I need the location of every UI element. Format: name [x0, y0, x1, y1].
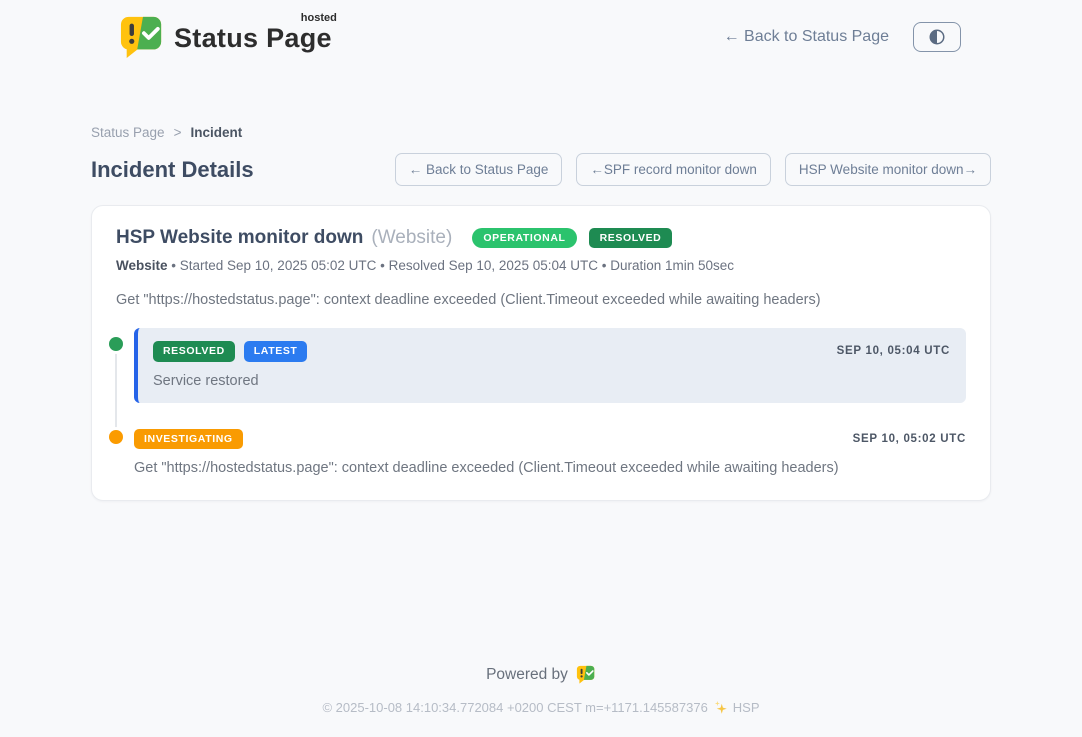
incident-description: Get "https://hostedstatus.page": context…: [116, 292, 966, 308]
operational-status-badge: OPERATIONAL: [472, 228, 576, 249]
timeline-entry-box: RESOLVED LATEST SEP 10, 05:04 UTC Servic…: [134, 328, 966, 403]
sparkle-icon: [713, 700, 728, 715]
resolved-badge: RESOLVED: [153, 341, 235, 362]
logo-text: Status Page: [174, 23, 332, 53]
back-to-status-page-button[interactable]: ← Back to Status Page: [395, 153, 563, 186]
investigating-badge: INVESTIGATING: [134, 429, 243, 450]
timeline-dot-resolved: [109, 337, 123, 351]
timeline-entry-head: INVESTIGATING SEP 10, 05:02 UTC: [134, 429, 966, 450]
incident-nav-buttons: ← Back to Status Page ←SPF record monito…: [395, 153, 991, 186]
powered-by-text: Powered by: [486, 666, 568, 684]
incident-timeline: RESOLVED LATEST SEP 10, 05:04 UTC Servic…: [116, 328, 966, 476]
incident-meta-component: Website: [116, 258, 168, 273]
incident-title: HSP Website monitor down (Website): [116, 227, 452, 249]
contrast-icon: [928, 28, 946, 46]
logo-superscript: hosted: [301, 12, 337, 24]
main-content: Status Page > Incident Incident Details …: [91, 59, 991, 501]
copyright-text: © 2025-10-08 14:10:34.772084 +0200 CEST …: [322, 700, 707, 715]
breadcrumb-incident: Incident: [190, 125, 242, 140]
breadcrumb: Status Page > Incident: [91, 125, 991, 140]
timeline-dot-investigating: [109, 430, 123, 444]
brand-text: HSP: [733, 700, 760, 715]
mini-logo-icon: [576, 665, 596, 684]
site-header: Status Page hosted ← Back to Status Page: [0, 0, 1082, 59]
incident-card-header: HSP Website monitor down (Website) OPERA…: [116, 227, 966, 249]
breadcrumb-status-page[interactable]: Status Page: [91, 125, 165, 140]
title-row: Incident Details ← Back to Status Page ←…: [91, 153, 991, 186]
incident-component: (Website): [371, 227, 452, 249]
timeline-entry-head: RESOLVED LATEST SEP 10, 05:04 UTC: [153, 341, 950, 362]
incident-title-text: HSP Website monitor down: [116, 227, 363, 249]
timeline-timestamp: SEP 10, 05:02 UTC: [853, 433, 966, 445]
status-page-logo-icon: [119, 15, 165, 59]
site-footer: Powered by © 2025-10-08 14:10:34.772084 …: [0, 665, 1082, 737]
prev-incident-button[interactable]: ←SPF record monitor down: [576, 153, 771, 186]
copyright: © 2025-10-08 14:10:34.772084 +0200 CEST …: [0, 700, 1082, 715]
back-to-status-page-link[interactable]: ← Back to Status Page: [724, 28, 889, 46]
incident-meta-details: • Started Sep 10, 2025 05:02 UTC • Resol…: [168, 258, 735, 273]
resolved-state-badge: RESOLVED: [589, 228, 673, 249]
theme-toggle-button[interactable]: [913, 22, 961, 52]
timeline-message: Get "https://hostedstatus.page": context…: [134, 460, 966, 476]
breadcrumb-separator: >: [174, 125, 182, 140]
timeline-badges: RESOLVED LATEST: [153, 341, 307, 362]
timeline-entry-resolved: RESOLVED LATEST SEP 10, 05:04 UTC Servic…: [116, 328, 966, 403]
incident-card: HSP Website monitor down (Website) OPERA…: [91, 205, 991, 501]
incident-meta: Website • Started Sep 10, 2025 05:02 UTC…: [116, 258, 966, 273]
powered-by: Powered by: [0, 665, 1082, 684]
timeline-badges: INVESTIGATING: [134, 429, 243, 450]
logo[interactable]: Status Page hosted: [119, 15, 332, 59]
next-incident-button[interactable]: HSP Website monitor down→: [785, 153, 991, 186]
timeline-entry-investigating: INVESTIGATING SEP 10, 05:02 UTC Get "htt…: [116, 429, 966, 477]
header-actions: ← Back to Status Page: [724, 22, 961, 52]
timeline-timestamp: SEP 10, 05:04 UTC: [837, 345, 950, 357]
page-title: Incident Details: [91, 157, 254, 183]
timeline-message: Service restored: [153, 373, 950, 389]
logo-wordmark: Status Page hosted: [174, 23, 332, 54]
latest-badge: LATEST: [244, 341, 308, 362]
